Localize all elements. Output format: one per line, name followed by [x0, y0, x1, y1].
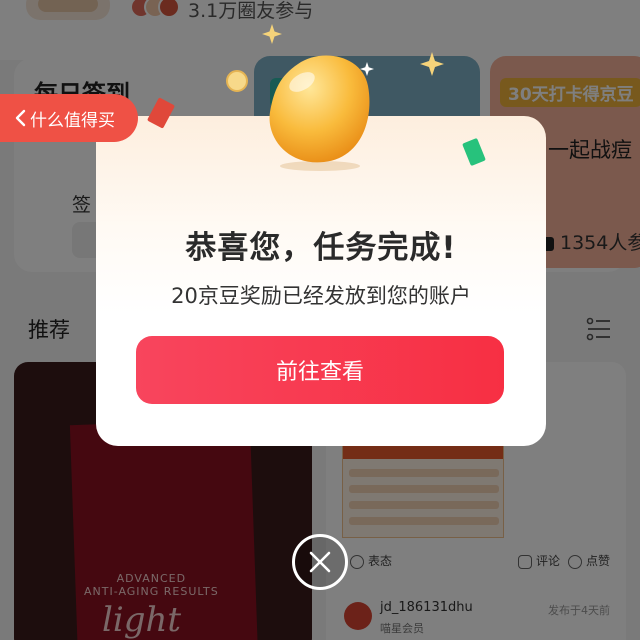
back-button[interactable]: 什么值得买: [0, 94, 138, 142]
coin-icon: [226, 70, 248, 92]
sparkle-icon: [420, 52, 444, 76]
dialog-message: 20京豆奖励已经发放到您的账户: [171, 284, 471, 308]
jingdou-bean-icon: [269, 55, 370, 171]
close-icon: [309, 551, 331, 573]
chevron-left-icon: [10, 107, 32, 129]
sparkle-icon: [262, 24, 282, 44]
close-button[interactable]: [292, 534, 348, 590]
view-button[interactable]: 前往查看: [136, 336, 504, 404]
dialog-title: 恭喜您，任务完成!: [185, 230, 457, 266]
back-label: 什么值得买: [30, 111, 115, 131]
screen: 3.1万圈友参与 每日签到 京豆 30天打卡得京豆 一起战痘 1354人参 签 …: [0, 0, 640, 640]
